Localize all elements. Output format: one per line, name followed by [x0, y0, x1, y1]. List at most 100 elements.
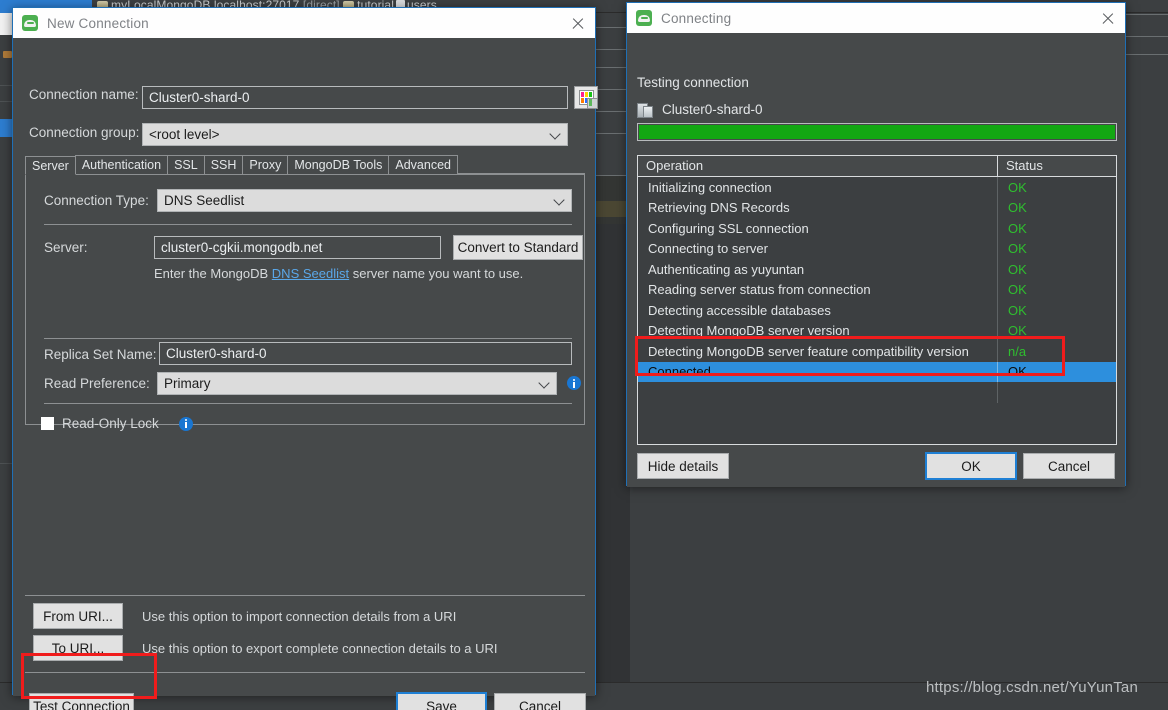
connection-name-value: Cluster0-shard-0: [662, 102, 763, 117]
divider: [44, 224, 572, 225]
status-cell: OK: [1008, 200, 1027, 216]
tab-server[interactable]: Server: [25, 156, 76, 175]
close-icon[interactable]: [565, 10, 591, 36]
operation-cell: Retrieving DNS Records: [638, 197, 998, 218]
to-uri-button[interactable]: To URI...: [33, 635, 123, 661]
ok-button[interactable]: OK: [925, 452, 1017, 480]
from-uri-button[interactable]: From URI...: [33, 603, 123, 629]
table-row-connected[interactable]: Connected OK: [638, 361, 1116, 382]
read-only-lock-checkbox[interactable]: [41, 417, 54, 430]
column-header-operation: Operation: [638, 156, 998, 176]
operation-cell: Configuring SSL connection: [638, 218, 998, 239]
convert-to-standard-button[interactable]: Convert to Standard: [453, 235, 583, 260]
chevron-down-icon: [553, 193, 565, 206]
connection-group-select[interactable]: <root level>: [142, 123, 568, 146]
divider: [25, 672, 585, 673]
table-row[interactable]: Detecting MongoDB server feature compati…: [638, 341, 1116, 362]
watermark: https://blog.csdn.net/YuYunTan: [926, 679, 1138, 696]
tab-advanced[interactable]: Advanced: [388, 155, 458, 174]
close-icon[interactable]: [1095, 5, 1121, 31]
table-row[interactable]: Initializing connection OK: [638, 177, 1116, 198]
chevron-down-icon: [538, 376, 550, 389]
save-button[interactable]: Save: [396, 692, 487, 710]
read-preference-info-icon[interactable]: [567, 376, 581, 390]
uri-section: From URI... Use this option to import co…: [25, 595, 585, 663]
connection-group-row: Connection group:: [29, 125, 146, 140]
read-preference-value: Primary: [164, 376, 211, 391]
tab-mongodb-tools[interactable]: MongoDB Tools: [287, 155, 390, 174]
table-row[interactable]: Detecting accessible databases OK: [638, 300, 1116, 321]
divider: [25, 595, 585, 596]
connection-group-value: <root level>: [149, 127, 220, 142]
table-row[interactable]: Detecting MongoDB server version OK: [638, 320, 1116, 341]
dns-seedlist-link[interactable]: DNS Seedlist: [272, 266, 349, 281]
server-hint-suffix: server name you want to use.: [349, 266, 524, 281]
background-right-column[interactable]: [1122, 13, 1168, 710]
operation-cell: Authenticating as yuyuntan: [638, 259, 998, 280]
status-cell: [998, 382, 1116, 403]
tab-authentication[interactable]: Authentication: [74, 155, 169, 174]
progress-bar-fill: [639, 125, 1115, 139]
cancel-button[interactable]: Cancel: [1023, 453, 1115, 479]
operations-table[interactable]: Operation Status Initializing connection…: [637, 155, 1117, 445]
operation-cell: Connecting to server: [638, 238, 998, 259]
table-row[interactable]: Authenticating as yuyuntan OK: [638, 259, 1116, 280]
replica-set-label: Replica Set Name:: [44, 347, 157, 362]
color-palette-icon: [578, 90, 598, 109]
status-cell: OK: [1008, 282, 1027, 298]
hide-details-button[interactable]: Hide details: [637, 453, 729, 479]
server-hint: Enter the MongoDB DNS Seedlist server na…: [154, 266, 523, 281]
server-input[interactable]: cluster0-cgkii.mongodb.net: [154, 236, 441, 259]
new-connection-title: New Connection: [47, 15, 149, 31]
connection-type-row: Connection Type:: [44, 193, 149, 208]
operation-cell: Detecting accessible databases: [638, 300, 998, 321]
connection-name-input[interactable]: Cluster0-shard-0: [142, 86, 568, 109]
operations-table-header: Operation Status: [638, 156, 1116, 177]
testing-connection-status: Testing connection: [637, 75, 749, 90]
divider: [44, 403, 572, 404]
screenshot-root: myLocalMongoDB localhost:27017 [direct] …: [0, 0, 1168, 710]
progress-bar: [637, 123, 1117, 141]
to-uri-description: Use this option to export complete conne…: [142, 641, 498, 656]
read-only-lock-row: Read-Only Lock: [41, 416, 193, 431]
operation-cell: Detecting MongoDB server feature compati…: [638, 341, 998, 362]
connection-color-button[interactable]: [574, 86, 598, 109]
background-panel-lower: [596, 224, 630, 710]
tab-ssl[interactable]: SSL: [167, 155, 205, 174]
table-row[interactable]: Retrieving DNS Records OK: [638, 197, 1116, 218]
read-only-lock-info-icon[interactable]: [178, 416, 193, 431]
connecting-dialog: Connecting Testing connection Cluster0-s…: [626, 2, 1126, 487]
connecting-title: Connecting: [661, 10, 732, 26]
read-preference-select[interactable]: Primary: [157, 372, 557, 395]
read-preference-label: Read Preference:: [44, 376, 150, 391]
test-connection-button[interactable]: Test Connection: [29, 693, 134, 710]
status-cell: OK: [1008, 261, 1027, 277]
operation-cell: Reading server status from connection: [638, 279, 998, 300]
connecting-body: Testing connection Cluster0-shard-0 Oper…: [627, 33, 1125, 487]
connection-type-select[interactable]: DNS Seedlist: [157, 189, 572, 212]
server-tab-panel: Connection Type: DNS Seedlist Server: cl…: [25, 175, 585, 425]
table-row-empty: [638, 382, 1116, 403]
background-result-grid[interactable]: [596, 13, 630, 176]
connecting-titlebar: Connecting: [627, 3, 1125, 33]
operation-cell: [638, 382, 998, 403]
status-cell: OK: [1008, 220, 1027, 236]
tab-ssh[interactable]: SSH: [203, 155, 244, 174]
status-cell: OK: [1008, 179, 1027, 195]
column-header-status: Status: [1006, 158, 1043, 173]
server-hint-prefix: Enter the MongoDB: [154, 266, 272, 281]
table-row[interactable]: Configuring SSL connection OK: [638, 218, 1116, 239]
replica-set-input[interactable]: Cluster0-shard-0: [159, 342, 572, 365]
divider: [44, 338, 572, 339]
table-row[interactable]: Reading server status from connection OK: [638, 279, 1116, 300]
connection-name-row: Connection name:: [29, 87, 146, 102]
status-cell: OK: [1008, 364, 1027, 380]
status-cell: n/a: [1008, 343, 1027, 359]
status-cell: OK: [1008, 302, 1027, 318]
cancel-button[interactable]: Cancel: [494, 693, 586, 710]
status-cell: OK: [1008, 241, 1027, 257]
operation-cell: Initializing connection: [638, 177, 998, 198]
status-cell: OK: [1008, 323, 1027, 339]
tab-proxy[interactable]: Proxy: [242, 155, 289, 174]
table-row[interactable]: Connecting to server OK: [638, 238, 1116, 259]
